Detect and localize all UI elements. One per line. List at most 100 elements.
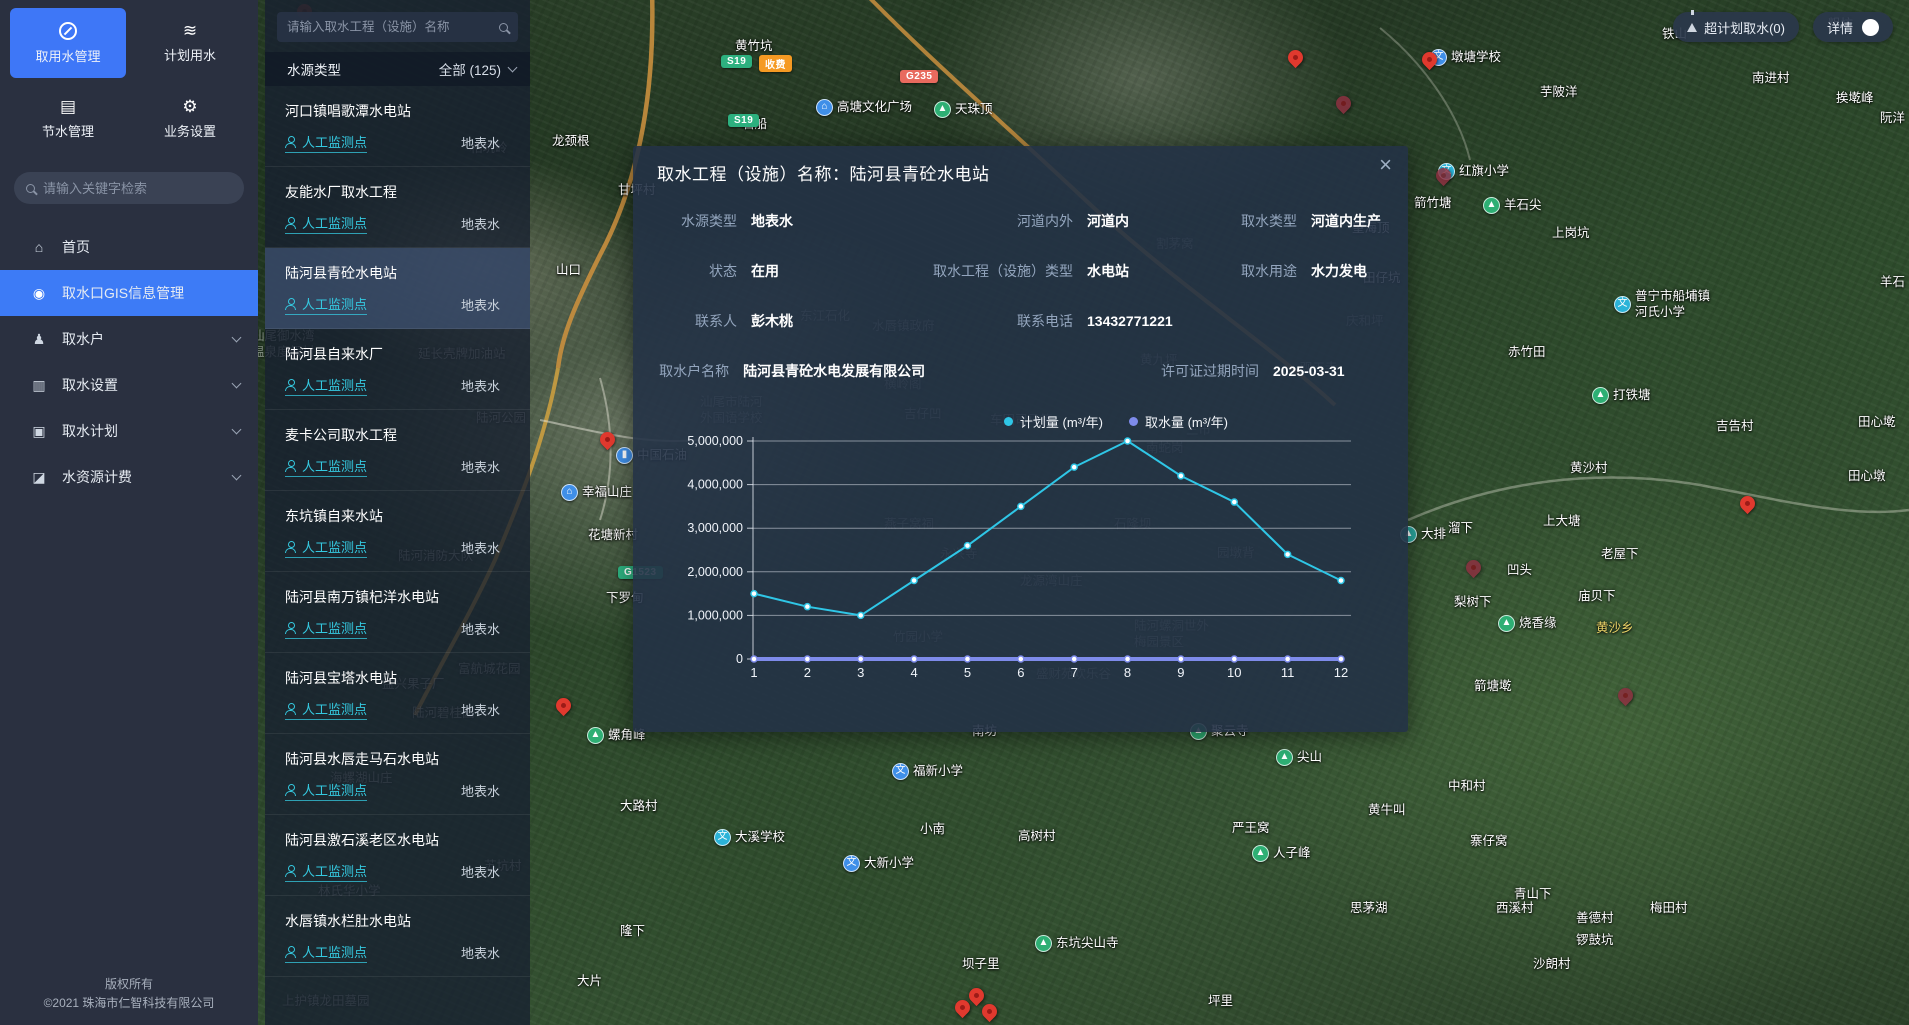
field-value: 水力发电 (1311, 261, 1388, 281)
sidebar-item-3[interactable]: ▥ 取水设置 (0, 362, 258, 408)
map-label: 沙朗村 (1533, 957, 1571, 973)
map-pin[interactable] (1285, 47, 1306, 68)
detail-row: 联系人 彭木桃联系电话 13432771221 (659, 310, 1388, 332)
sidebar-nav: ⌂ 首页 ◉ 取水口GIS信息管理 ♟ 取水户 ▥ 取水设置 ▣ 取水计划 ◪ … (0, 224, 258, 500)
chevron-down-icon (232, 471, 242, 481)
facility-name: 东坑镇自来水站 (285, 506, 514, 526)
facility-list-item[interactable]: 陆河县青砼水电站 人工监测点 地表水 (265, 248, 530, 329)
module-0[interactable]: 取用水管理 (10, 8, 126, 78)
sidebar-search[interactable] (14, 172, 244, 204)
chevron-down-icon (232, 333, 242, 343)
map-label: 大片 (577, 974, 602, 990)
sidebar-item-2[interactable]: ♟ 取水户 (0, 316, 258, 362)
map-label: 凹头 (1507, 563, 1532, 579)
monitor-link[interactable]: 人工监测点 (285, 537, 367, 558)
close-icon[interactable]: × (1379, 154, 1392, 176)
facility-list-item[interactable]: 陆河县水唇走马石水电站 人工监测点 地表水 (265, 734, 530, 815)
map-label: ⌂高塘文化广场 (816, 99, 912, 116)
facility-name: 陆河县宝塔水电站 (285, 668, 514, 688)
field-label: 水源类型 (659, 211, 751, 231)
map-label: 南进村 (1752, 71, 1790, 87)
map-label: 梅田村 (1650, 901, 1688, 917)
monitor-link[interactable]: 人工监测点 (285, 375, 367, 396)
map-label: 芋陂洋 (1540, 85, 1578, 101)
over-plan-intake-button[interactable]: 超计划取水(0) (1673, 12, 1799, 42)
facility-list-item[interactable]: 水唇镇水栏肚水电站 人工监测点 地表水 (265, 896, 530, 977)
facility-name: 陆河县水唇走马石水电站 (285, 749, 514, 769)
sidebar-item-4[interactable]: ▣ 取水计划 (0, 408, 258, 454)
map-label: 小南 (920, 822, 945, 838)
facility-list-item[interactable]: 陆河县宝塔水电站 人工监测点 地表水 (265, 653, 530, 734)
facility-list-item[interactable]: 陆河县自来水厂 人工监测点 地表水 (265, 329, 530, 410)
map-pin[interactable] (1737, 493, 1758, 514)
detail-toggle[interactable]: 详情 (1813, 12, 1893, 42)
field-label: 河道内外 (919, 211, 1087, 231)
legend-item[interactable]: 取水量 (m³/年) (1129, 412, 1228, 431)
svg-text:3,000,000: 3,000,000 (687, 521, 743, 535)
sidebar-search-input[interactable] (43, 181, 232, 196)
monitor-link[interactable]: 人工监测点 (285, 456, 367, 477)
facility-name: 陆河县南万镇杞洋水电站 (285, 587, 514, 607)
nav-icon: ♟ (30, 331, 48, 348)
monitor-link[interactable]: 人工监测点 (285, 132, 367, 153)
map-label: 善德村 (1576, 911, 1614, 927)
module-1[interactable]: ≋计划用水 (132, 8, 248, 78)
facility-list-item[interactable]: 陆河县激石溪老区水电站 人工监测点 地表水 (265, 815, 530, 896)
monitor-link[interactable]: 人工监测点 (285, 780, 367, 801)
facility-list-item[interactable]: 河口镇唱歌潭水电站 人工监测点 地表水 (265, 86, 530, 167)
legend-item[interactable]: 计划量 (m³/年) (1004, 412, 1103, 431)
person-icon (285, 460, 296, 472)
map-label: 山口 (556, 263, 581, 279)
facility-list-item[interactable]: 友能水厂取水工程 人工监测点 地表水 (265, 167, 530, 248)
person-icon (285, 298, 296, 310)
module-3[interactable]: ⚙业务设置 (132, 84, 248, 154)
monitor-link[interactable]: 人工监测点 (285, 294, 367, 315)
map-pin[interactable] (979, 1001, 1000, 1022)
person-icon (285, 946, 296, 958)
person-icon (285, 217, 296, 229)
monitor-link[interactable]: 人工监测点 (285, 942, 367, 963)
map-label: ▲羊石尖 (1483, 197, 1542, 214)
nature-poi-icon: ▲ (1035, 935, 1052, 952)
facility-list-item[interactable]: 麦卡公司取水工程 人工监测点 地表水 (265, 410, 530, 491)
search-icon (499, 23, 508, 32)
map-pin[interactable] (1615, 685, 1636, 706)
sidebar-item-0[interactable]: ⌂ 首页 (0, 224, 258, 270)
module-label: 节水管理 (42, 121, 94, 140)
map-label: 庙贝下 (1578, 589, 1616, 605)
map-label: 田心墩 (1848, 469, 1886, 485)
map-label: 锣鼓坑 (1576, 933, 1614, 949)
map-pin[interactable] (1463, 557, 1484, 578)
facility-name: 麦卡公司取水工程 (285, 425, 514, 445)
sidebar-item-1[interactable]: ◉ 取水口GIS信息管理 (0, 270, 258, 316)
sidebar-item-5[interactable]: ◪ 水资源计费 (0, 454, 258, 500)
school-icon: 文 (843, 855, 860, 872)
monitor-link[interactable]: 人工监测点 (285, 213, 367, 234)
facility-search-input[interactable] (287, 20, 491, 34)
map-label: 思茅湖 (1350, 901, 1388, 917)
monitor-link[interactable]: 人工监测点 (285, 618, 367, 639)
map-label: 中和村 (1448, 779, 1486, 795)
sidebar: 取用水管理 ≋计划用水 ▤节水管理 ⚙业务设置 ⌂ 首页 ◉ 取水口GIS信息管… (0, 0, 258, 1025)
facility-search[interactable] (277, 12, 518, 42)
detail-row: 状态 在用取水工程（设施）类型 水电站取水用途 水力发电 (659, 260, 1388, 282)
nav-label: 水资源计费 (62, 467, 219, 487)
water-source-type: 地表水 (461, 700, 514, 719)
field-label: 联系人 (659, 311, 751, 331)
map-pin[interactable] (1333, 93, 1354, 114)
map-label: 溜下 (1448, 521, 1473, 537)
facility-list-item[interactable]: 东坑镇自来水站 人工监测点 地表水 (265, 491, 530, 572)
facility-list-item[interactable]: 陆河县南万镇杞洋水电站 人工监测点 地表水 (265, 572, 530, 653)
map-pin[interactable] (553, 695, 574, 716)
svg-text:0: 0 (736, 652, 743, 666)
nature-poi-icon: ▲ (1252, 845, 1269, 862)
filter-dropdown[interactable]: 全部 (125) (439, 59, 516, 79)
monitor-link[interactable]: 人工监测点 (285, 861, 367, 882)
fuel-station-icon: ▮ (616, 447, 633, 464)
person-icon (285, 622, 296, 634)
monitor-link[interactable]: 人工监测点 (285, 699, 367, 720)
module-2[interactable]: ▤节水管理 (10, 84, 126, 154)
map-label: ▲烧香缘 (1498, 615, 1557, 632)
toggle-knob[interactable] (1862, 19, 1879, 36)
map-pin[interactable] (597, 429, 618, 450)
